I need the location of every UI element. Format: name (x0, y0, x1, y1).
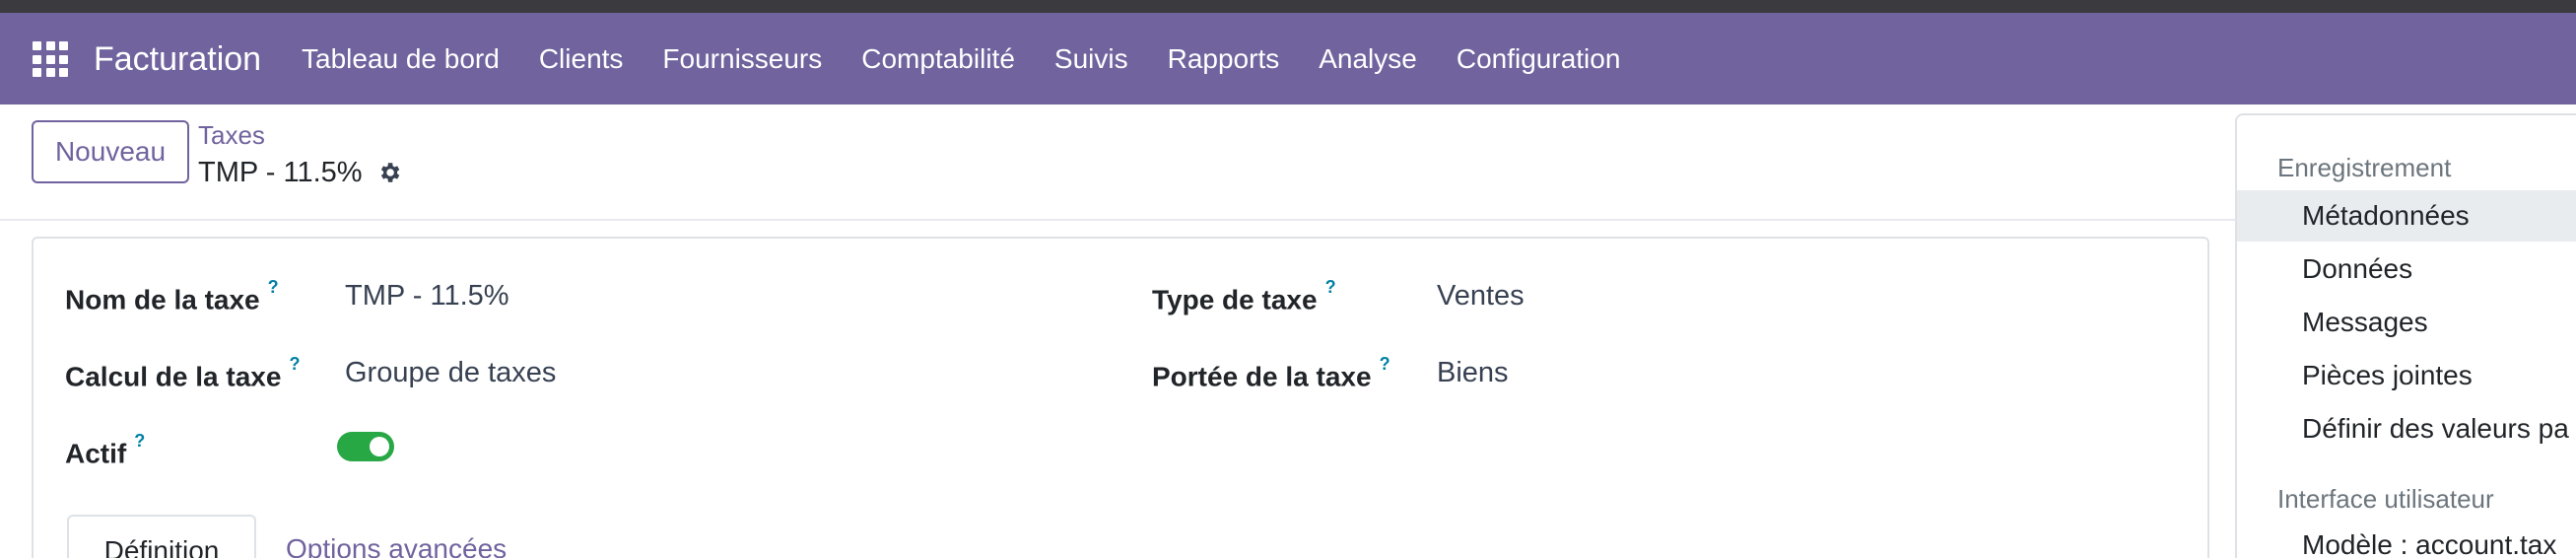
breadcrumb-parent-link[interactable]: Taxes (198, 118, 265, 152)
tax-scope-field[interactable]: Biens (1437, 355, 1509, 390)
gear-icon[interactable] (376, 160, 402, 185)
menu-item-model[interactable]: Modèle : account.tax (2237, 520, 2576, 558)
app-title[interactable]: Facturation (94, 36, 261, 82)
tax-computation-label: Calcul de la taxe? (65, 354, 301, 392)
debug-side-panel: Enregistrement Métadonnées Données Messa… (2235, 113, 2576, 558)
active-label: Actif? (65, 431, 146, 469)
form-sheet: Nom de la taxe? TMP - 11.5% Calcul de la… (32, 237, 2209, 558)
help-tooltip-icon[interactable]: ? (289, 354, 300, 374)
record-title: TMP - 11.5% (198, 157, 363, 188)
menu-item-messages[interactable]: Messages (2237, 297, 2576, 348)
tab-advanced-options[interactable]: Options avancées (286, 515, 507, 558)
menu-item-metadata[interactable]: Métadonnées (2237, 190, 2576, 242)
menu-item-vendors[interactable]: Fournisseurs (643, 35, 842, 84)
tax-computation-field[interactable]: Groupe de taxes (345, 355, 556, 390)
new-button[interactable]: Nouveau (32, 120, 189, 183)
help-tooltip-icon[interactable]: ? (1325, 277, 1336, 297)
menu-item-attachments[interactable]: Pièces jointes (2237, 350, 2576, 401)
section-record-heading: Enregistrement (2277, 153, 2452, 182)
tab-definition[interactable]: Définition (67, 515, 256, 558)
menu-item-analysis[interactable]: Analyse (1299, 35, 1437, 84)
help-tooltip-icon[interactable]: ? (134, 431, 145, 451)
menu-item-followups[interactable]: Suivis (1035, 35, 1148, 84)
tax-type-label: Type de taxe? (1152, 277, 1336, 315)
menu-item-configuration[interactable]: Configuration (1437, 35, 1641, 84)
menu-item-customers[interactable]: Clients (519, 35, 644, 84)
section-ui-heading: Interface utilisateur (2277, 484, 2494, 514)
help-tooltip-icon[interactable]: ? (1380, 354, 1390, 374)
top-menu: Tableau de bord Clients Fournisseurs Com… (282, 35, 1640, 84)
control-panel: Nouveau Taxes TMP - 11.5% (0, 105, 2235, 221)
active-toggle[interactable] (337, 432, 394, 461)
menu-item-accounting[interactable]: Comptabilité (842, 35, 1035, 84)
tax-name-label: Nom de la taxe? (65, 277, 279, 315)
apps-grid-icon[interactable] (33, 41, 68, 77)
breadcrumb-current: TMP - 11.5% (198, 154, 402, 191)
menu-item-reports[interactable]: Rapports (1148, 35, 1300, 84)
tax-scope-label: Portée de la taxe? (1152, 354, 1390, 392)
main-navbar: Facturation Tableau de bord Clients Four… (0, 13, 2576, 105)
menu-item-set-defaults[interactable]: Définir des valeurs pa (2237, 403, 2576, 454)
tax-name-field[interactable]: TMP - 11.5% (345, 278, 509, 314)
browser-top-strip (0, 0, 2576, 13)
help-tooltip-icon[interactable]: ? (268, 277, 279, 297)
menu-item-dashboard[interactable]: Tableau de bord (282, 35, 519, 84)
menu-item-data[interactable]: Données (2237, 244, 2576, 295)
tax-type-field[interactable]: Ventes (1437, 278, 1525, 314)
